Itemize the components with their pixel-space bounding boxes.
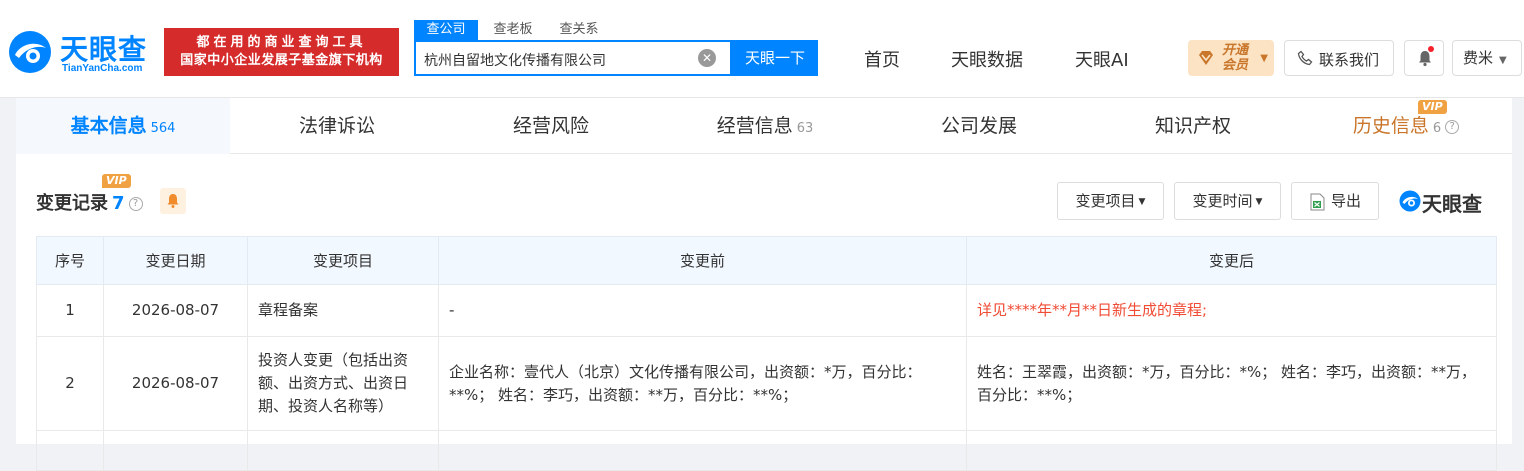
search-button[interactable]: 天眼一下 bbox=[732, 40, 818, 76]
cell-item: 投资人变更（包括出资额、出资方式、出资日期、投资人名称等） bbox=[247, 336, 439, 431]
cell-after: 详见****年**月**日新生成的章程; bbox=[966, 284, 1497, 337]
open-vip-button[interactable]: 开通 会员 ▼ bbox=[1188, 40, 1274, 76]
chevron-down-icon: ▼ bbox=[1499, 55, 1507, 66]
tab-risk[interactable]: 经营风险 bbox=[444, 98, 658, 154]
tianyancha-logo[interactable]: 天眼查 TianYanCha.com bbox=[6, 28, 156, 78]
search-tab-relation[interactable]: 查关系 bbox=[554, 20, 604, 40]
caret-down-icon: ▼ bbox=[1138, 196, 1146, 207]
bell-icon bbox=[167, 194, 179, 208]
change-item-dropdown[interactable]: 变更项目 ▼ bbox=[1057, 182, 1164, 220]
nav-home[interactable]: 首页 bbox=[864, 46, 900, 72]
col-header-after: 变更后 bbox=[966, 236, 1497, 285]
vip-label-line1: 开通 bbox=[1222, 43, 1249, 58]
detail-tabbar: 基本信息 564 法律诉讼 经营风险 经营信息 63 公司发展 知识产权 历史信息 6… bbox=[16, 98, 1512, 154]
tab-label: 公司发展 bbox=[940, 115, 1017, 137]
user-menu[interactable]: 费米 ▼ bbox=[1452, 40, 1522, 76]
tab-label: 法律诉讼 bbox=[298, 115, 375, 137]
dropdown-label: 变更时间 bbox=[1192, 192, 1253, 210]
table-row: 2 2026-08-07 投资人变更（包括出资额、出资方式、出资日期、投资人名称… bbox=[36, 336, 1497, 431]
contact-us-label: 联系我们 bbox=[1319, 51, 1380, 69]
notification-button[interactable] bbox=[1404, 40, 1444, 76]
tab-label: 基本信息 bbox=[70, 115, 147, 137]
search-tab-boss[interactable]: 查老板 bbox=[488, 20, 538, 40]
banner-line1: 都在用的商业查询工具 bbox=[196, 35, 367, 50]
export-label: 导出 bbox=[1330, 192, 1361, 210]
search-box[interactable]: 杭州自留地文化传播有限公司 ✕ bbox=[414, 40, 732, 76]
caret-down-icon: ▼ bbox=[1255, 196, 1263, 207]
dropdown-label: 变更项目 bbox=[1075, 192, 1136, 210]
logo-text: 天眼查 bbox=[60, 33, 148, 66]
excel-icon bbox=[1310, 193, 1325, 210]
nav-data[interactable]: 天眼数据 bbox=[951, 46, 1023, 72]
tab-ip[interactable]: 知识产权 bbox=[1086, 98, 1300, 154]
cell-no: 1 bbox=[36, 284, 104, 337]
tab-legal[interactable]: 法律诉讼 bbox=[230, 98, 444, 154]
section-title: 变更记录 7? bbox=[36, 189, 143, 215]
tab-count: 6 bbox=[1432, 121, 1442, 136]
tab-history[interactable]: 历史信息 6? bbox=[1300, 98, 1512, 154]
chevron-down-icon: ▼ bbox=[1260, 53, 1268, 64]
cell-after: 姓名：王翠霞，出资额：*万，百分比：*%； 姓名：李巧，出资额：**万，百分比：… bbox=[966, 336, 1497, 431]
table-row bbox=[36, 430, 1497, 471]
contact-us-button[interactable]: 联系我们 bbox=[1284, 40, 1394, 76]
user-name: 费米 bbox=[1463, 49, 1494, 67]
help-icon[interactable]: ? bbox=[1445, 119, 1460, 134]
clear-icon[interactable]: ✕ bbox=[698, 49, 716, 67]
col-header-item: 变更项目 bbox=[247, 236, 439, 285]
tab-label: 知识产权 bbox=[1154, 115, 1231, 137]
change-time-dropdown[interactable]: 变更时间 ▼ bbox=[1174, 182, 1281, 220]
watermark-text: 天眼查 bbox=[1422, 192, 1482, 216]
diamond-icon bbox=[1199, 51, 1213, 65]
search-tab-company[interactable]: 查公司 bbox=[414, 20, 478, 40]
cell-date bbox=[103, 430, 248, 471]
search-input[interactable]: 杭州自留地文化传播有限公司 bbox=[424, 50, 606, 70]
cell-item: 章程备案 bbox=[247, 284, 439, 337]
logo-eye-icon bbox=[1399, 190, 1421, 212]
vip-label: 开通 会员 bbox=[1222, 43, 1248, 73]
nav-ai[interactable]: 天眼AI bbox=[1075, 46, 1129, 72]
notification-dot bbox=[1428, 46, 1434, 52]
help-icon[interactable]: ? bbox=[128, 197, 143, 211]
company-detail-card: 基本信息 564 法律诉讼 经营风险 经营信息 63 公司发展 知识产权 历史信息 6… bbox=[16, 98, 1512, 471]
banner-line2: 国家中小企业发展子基金旗下机构 bbox=[180, 53, 383, 68]
logo-domain: TianYanCha.com bbox=[62, 63, 143, 74]
col-header-date: 变更日期 bbox=[103, 236, 248, 285]
col-header-no: 序号 bbox=[36, 236, 104, 285]
tab-basic-info[interactable]: 基本信息 564 bbox=[16, 98, 230, 154]
tab-count: 63 bbox=[796, 121, 814, 136]
cell-date: 2026-08-07 bbox=[103, 284, 248, 337]
vip-badge: VIP bbox=[102, 174, 131, 188]
tab-label: 历史信息 bbox=[1352, 115, 1429, 137]
tab-count: 564 bbox=[150, 121, 176, 136]
table-row: 1 2026-08-07 章程备案 - 详见****年**月**日新生成的章程; bbox=[36, 284, 1497, 337]
table-header-row: 序号 变更日期 变更项目 变更前 变更后 bbox=[36, 236, 1497, 285]
promo-banner[interactable]: 都在用的商业查询工具 国家中小企业发展子基金旗下机构 bbox=[164, 28, 399, 76]
cell-no bbox=[36, 430, 104, 471]
cell-before: - bbox=[438, 284, 967, 337]
cell-item bbox=[247, 430, 439, 471]
vip-label-line2: 会员 bbox=[1222, 58, 1249, 73]
monitor-button[interactable] bbox=[160, 188, 186, 214]
top-header: 天眼查 TianYanCha.com 都在用的商业查询工具 国家中小企业发展子基… bbox=[0, 0, 1524, 98]
tab-label: 经营信息 bbox=[716, 115, 793, 137]
tab-development[interactable]: 公司发展 bbox=[872, 98, 1086, 154]
cell-date: 2026-08-07 bbox=[103, 336, 248, 431]
tab-business-info[interactable]: 经营信息 63 bbox=[658, 98, 872, 154]
vip-badge: VIP bbox=[1418, 100, 1447, 114]
cell-before bbox=[438, 430, 967, 471]
phone-icon bbox=[1297, 50, 1313, 66]
export-button[interactable]: 导出 bbox=[1291, 182, 1379, 220]
cell-no: 2 bbox=[36, 336, 104, 431]
cell-after bbox=[966, 430, 1497, 471]
section-title-text: 变更记录 bbox=[36, 193, 108, 214]
tab-label: 经营风险 bbox=[512, 115, 589, 137]
section-count: 7 bbox=[112, 193, 125, 214]
logo-eye-icon bbox=[9, 31, 51, 73]
cell-before: 企业名称：壹代人（北京）文化传播有限公司，出资额：*万，百分比：**%； 姓名：… bbox=[438, 336, 967, 431]
col-header-before: 变更前 bbox=[438, 236, 967, 285]
change-record-table: 序号 变更日期 变更项目 变更前 变更后 1 2026-08-07 章程备案 -… bbox=[36, 236, 1497, 471]
